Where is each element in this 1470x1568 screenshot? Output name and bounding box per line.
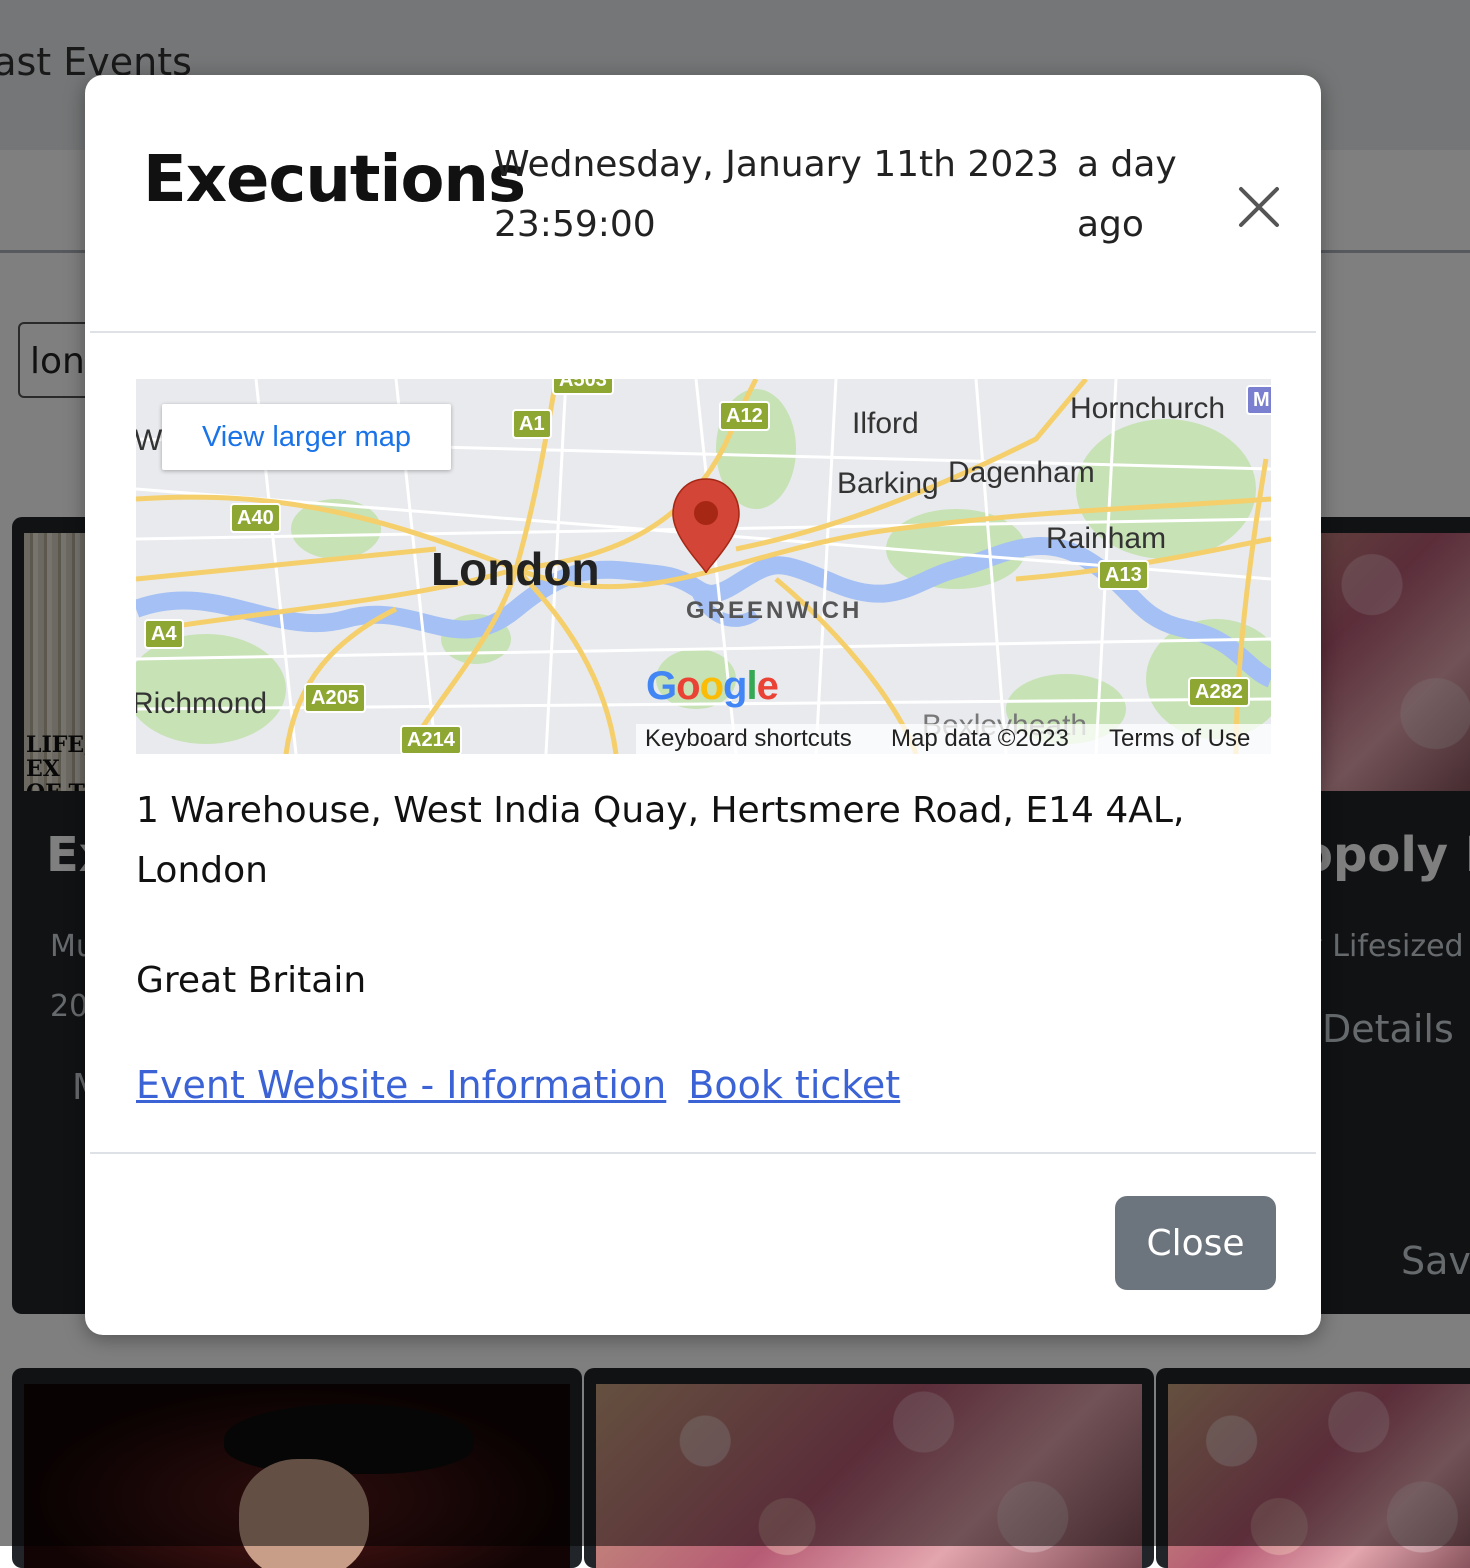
map-label-hornchurch: Hornchurch xyxy=(1070,392,1226,425)
road-shield: A1 xyxy=(512,409,552,439)
map-label-richmond: Richmond xyxy=(136,687,268,720)
map-attribution: Keyboard shortcuts Map data ©2023 Terms … xyxy=(636,724,1271,754)
map-data-text: Map data ©2023 xyxy=(891,725,1069,752)
map-label-london: London xyxy=(431,543,600,595)
event-website-link[interactable]: Event Website - Information xyxy=(136,1063,666,1107)
header-divider xyxy=(90,331,1316,333)
road-shield: A12 xyxy=(719,401,770,431)
view-larger-map-link[interactable]: View larger map xyxy=(162,404,451,470)
event-time: 23:59:00 xyxy=(494,204,656,245)
embedded-map[interactable]: London GREENWICH Ilford Hornchurch Barki… xyxy=(136,379,1271,754)
event-date: Wednesday, January 11th 2023 xyxy=(494,144,1060,185)
relative-time: a day ago xyxy=(1077,144,1177,245)
road-shield: A4 xyxy=(144,619,184,649)
map-label-rainham: Rainham xyxy=(1046,522,1167,555)
event-address: 1 Warehouse, West India Quay, Hertsmere … xyxy=(136,790,1185,891)
road-shield: A214 xyxy=(400,725,462,754)
event-modal: Executions Wednesday, January 11th 2023 … xyxy=(85,75,1321,1335)
keyboard-shortcuts-link[interactable]: Keyboard shortcuts xyxy=(645,724,852,754)
event-datetime: Wednesday, January 11th 2023 23:59:00 xyxy=(494,135,1059,255)
modal-title: Executions xyxy=(143,143,526,217)
road-shield: A40 xyxy=(230,503,281,533)
event-country: Great Britain xyxy=(136,960,367,1001)
google-logo: Google xyxy=(646,664,779,708)
road-shield: A13 xyxy=(1098,560,1149,590)
map-label-greenwich: GREENWICH xyxy=(686,597,863,624)
road-shield: A282 xyxy=(1188,677,1250,707)
map-label-ilford: Ilford xyxy=(852,407,919,440)
book-ticket-link[interactable]: Book ticket xyxy=(688,1063,900,1107)
close-icon[interactable] xyxy=(1235,183,1283,231)
road-shield: A205 xyxy=(304,683,366,713)
road-shield: A503 xyxy=(552,379,614,395)
map-label-dagenham: Dagenham xyxy=(948,456,1095,489)
footer-divider xyxy=(90,1152,1316,1154)
terms-of-use-link[interactable]: Terms of Use xyxy=(1109,724,1250,754)
event-links: Event Website - Information Book ticket xyxy=(136,1055,900,1115)
map-label-barking: Barking xyxy=(837,467,939,500)
modal-header: Executions Wednesday, January 11th 2023 … xyxy=(85,75,1321,331)
motorway-shield: M xyxy=(1246,385,1271,415)
close-button[interactable]: Close xyxy=(1115,1196,1276,1290)
